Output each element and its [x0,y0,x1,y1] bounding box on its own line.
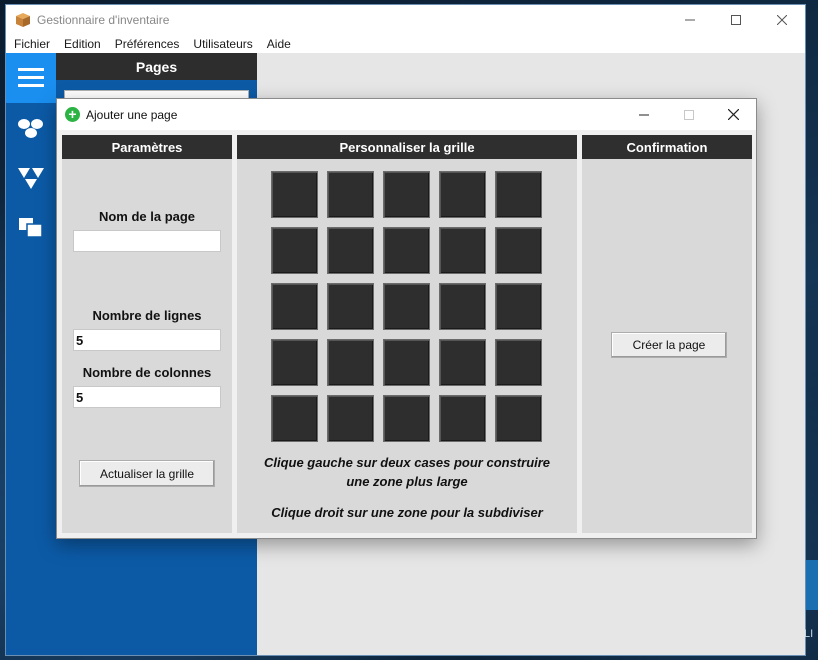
dialog-title: Ajouter une page [86,107,178,122]
columns-input[interactable] [73,386,221,408]
page-name-label: Nom de la page [98,209,196,224]
grid-cell[interactable] [383,283,430,330]
close-icon [728,109,739,120]
windows-icon [19,218,43,238]
grid-cell[interactable] [495,283,542,330]
close-button[interactable] [759,5,805,35]
menu-utilisateurs[interactable]: Utilisateurs [193,37,252,51]
page-name-input[interactable] [73,230,221,252]
grid-cell[interactable] [383,339,430,386]
menu-aide[interactable]: Aide [267,37,291,51]
dialog-minimize-button[interactable] [621,99,666,130]
grid-cell[interactable] [383,227,430,274]
grid-cell[interactable] [327,395,374,442]
rows-input[interactable] [73,329,221,351]
close-icon [777,15,787,25]
maximize-button[interactable] [713,5,759,35]
rows-label: Nombre de lignes [92,308,202,323]
desktop-app-tile [804,560,818,610]
menu-edition[interactable]: Edition [64,37,101,51]
grid-cell[interactable] [495,339,542,386]
grid-cell[interactable] [271,283,318,330]
confirmation-header: Confirmation [582,135,752,159]
grid-cell[interactable] [439,283,486,330]
icon-sidebar [6,53,56,655]
menu-preferences[interactable]: Préférences [115,37,180,51]
grid-cell[interactable] [439,395,486,442]
windows-button[interactable] [6,203,56,253]
minimize-icon [685,19,695,21]
grid-cell[interactable] [383,395,430,442]
minimize-button[interactable] [667,5,713,35]
grid-header: Personnaliser la grille [237,135,577,159]
grid-cell[interactable] [271,227,318,274]
columns-label: Nombre de colonnes [82,365,212,380]
grid-cells [271,171,542,442]
add-page-dialog: + Ajouter une page Paramètres Nom de la … [56,98,757,539]
right-click-hint: Clique droit sur une zone pour la subdiv… [271,505,543,520]
box-icon [16,13,30,27]
left-click-hint: Clique gauche sur deux cases pour constr… [263,455,551,489]
confirmation-panel: Confirmation Créer la page [582,135,752,533]
maximize-icon [683,109,694,120]
grid-cell[interactable] [383,171,430,218]
dialog-close-button[interactable] [711,99,756,130]
dialog-maximize-button [666,99,711,130]
triangles-button[interactable] [6,153,56,203]
desktop-icon-label: LI [804,628,814,640]
grid-cell[interactable] [327,339,374,386]
grid-cell[interactable] [439,171,486,218]
grid-cell[interactable] [327,283,374,330]
grid-cell[interactable] [439,339,486,386]
window-title: Gestionnaire d'inventaire [37,13,170,27]
cluster-icon [18,119,43,138]
minimize-icon [638,114,649,115]
menu-fichier[interactable]: Fichier [14,37,50,51]
parameters-header: Paramètres [62,135,232,159]
dialog-titlebar: + Ajouter une page [57,99,756,130]
grid-cell[interactable] [271,395,318,442]
parameters-panel: Paramètres Nom de la page Nombre de lign… [62,135,232,533]
add-icon: + [65,107,80,122]
hamburger-menu-icon [18,68,44,87]
main-titlebar: Gestionnaire d'inventaire [6,5,805,35]
grid-panel: Personnaliser la grille Clique gauche su… [237,135,577,533]
grid-cell[interactable] [495,395,542,442]
hamburger-menu-button[interactable] [6,53,56,103]
grid-cell[interactable] [495,171,542,218]
pages-header: Pages [56,53,257,80]
create-page-button[interactable]: Créer la page [611,332,727,358]
refresh-grid-button[interactable]: Actualiser la grille [79,460,215,487]
grid-cell[interactable] [439,227,486,274]
grid-cell[interactable] [271,171,318,218]
maximize-icon [731,15,741,25]
triangles-icon [18,168,44,189]
cluster-button[interactable] [6,103,56,153]
grid-cell[interactable] [271,339,318,386]
grid-cell[interactable] [327,227,374,274]
menubar: Fichier Edition Préférences Utilisateurs… [6,35,805,53]
grid-cell[interactable] [327,171,374,218]
grid-cell[interactable] [495,227,542,274]
